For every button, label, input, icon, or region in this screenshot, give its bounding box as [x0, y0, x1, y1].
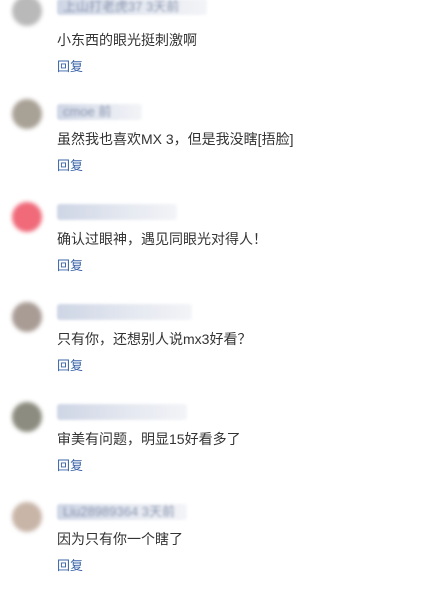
reply-button[interactable]: 回复 — [57, 458, 83, 474]
comment-text: 因为只有你一个瞎了 — [57, 531, 183, 547]
comment-item: 确认过眼神，遇见同眼光对得人！ 回复 — [0, 199, 447, 299]
avatar[interactable] — [12, 302, 42, 332]
username-time[interactable]: Liu28989364 3天前 — [63, 504, 175, 520]
avatar[interactable] — [12, 502, 42, 532]
comment-text: 审美有问题，明显15好看多了 — [57, 431, 241, 447]
avatar[interactable] — [12, 202, 42, 232]
comment-meta — [57, 404, 187, 420]
comment-text: 小东西的眼光挺刺激啊 — [57, 32, 197, 48]
comment-meta — [57, 304, 192, 320]
avatar[interactable] — [12, 0, 42, 26]
comment-item: Liu28989364 3天前 因为只有你一个瞎了 回复 — [0, 499, 447, 599]
reply-button[interactable]: 回复 — [57, 59, 83, 75]
comment-text: 虽然我也喜欢MX 3，但是我没瞎[捂脸] — [57, 131, 294, 147]
avatar[interactable] — [12, 99, 42, 129]
reply-button[interactable]: 回复 — [57, 558, 83, 574]
reply-button[interactable]: 回复 — [57, 258, 83, 274]
comment-text: 确认过眼神，遇见同眼光对得人！ — [57, 231, 267, 247]
comment-text: 只有你，还想别人说mx3好看？ — [57, 331, 252, 347]
comment-item: 上山打老虎37 3天前 小东西的眼光挺刺激啊 回复 — [0, 0, 447, 94]
comment-meta — [57, 204, 177, 220]
username-time[interactable]: 上山打老虎37 3天前 — [63, 0, 179, 15]
username-time[interactable]: cmoe 前 — [63, 104, 111, 120]
comment-meta: cmoe 前 — [57, 104, 142, 120]
comment-item: 审美有问题，明显15好看多了 回复 — [0, 399, 447, 499]
comment-meta: Liu28989364 3天前 — [57, 504, 187, 520]
comment-meta: 上山打老虎37 3天前 — [57, 0, 207, 15]
reply-button[interactable]: 回复 — [57, 158, 83, 174]
comment-item: 只有你，还想别人说mx3好看？ 回复 — [0, 299, 447, 399]
reply-button[interactable]: 回复 — [57, 358, 83, 374]
comment-item: cmoe 前 虽然我也喜欢MX 3，但是我没瞎[捂脸] 回复 — [0, 99, 447, 199]
avatar[interactable] — [12, 402, 42, 432]
